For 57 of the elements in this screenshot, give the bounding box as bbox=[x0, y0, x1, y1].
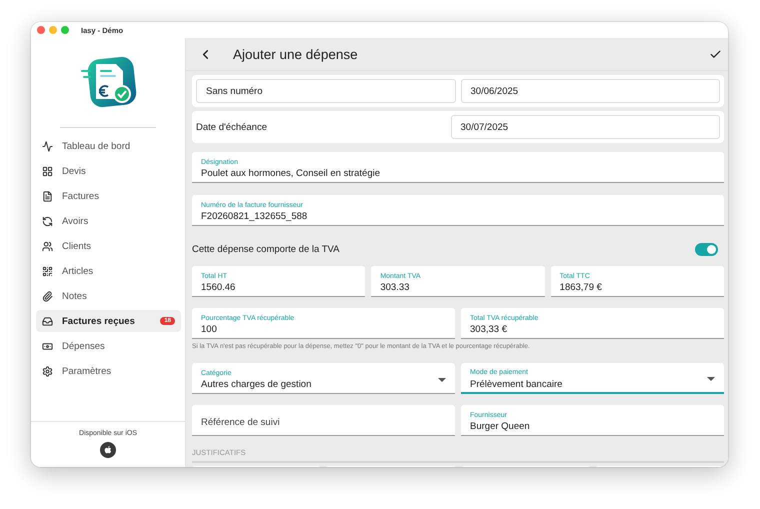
sidebar-item-label: Dépenses bbox=[62, 340, 106, 352]
minimize-button[interactable] bbox=[49, 26, 57, 34]
input-field[interactable]: 1863,79 € bbox=[560, 280, 715, 294]
toggle-switch[interactable] bbox=[695, 242, 718, 256]
caret-icon bbox=[707, 377, 715, 382]
sidebar-item[interactable]: Notes bbox=[36, 285, 181, 307]
users-icon bbox=[42, 240, 53, 252]
toggle-label: Cette dépense comporte de la TVA bbox=[192, 244, 340, 254]
sidebar-item-label: Factures bbox=[62, 190, 100, 202]
settings-icon bbox=[42, 366, 53, 376]
sidebar-item[interactable]: Paramètres bbox=[36, 360, 181, 382]
apple-icon[interactable] bbox=[100, 442, 116, 458]
qr-code-icon bbox=[42, 266, 53, 276]
document-icon bbox=[42, 190, 53, 202]
sidebar-item[interactable]: Avoirs bbox=[36, 210, 181, 232]
close-button[interactable] bbox=[37, 26, 45, 34]
input-field[interactable]: 303,33 € bbox=[470, 322, 715, 336]
input-field[interactable]: Sans numéro bbox=[196, 79, 456, 103]
input-field[interactable]: Prélèvement bancaire bbox=[470, 377, 707, 391]
input-field[interactable]: Autres charges de gestion bbox=[201, 378, 438, 392]
input-field[interactable]: Burger Queen bbox=[470, 420, 715, 434]
sidebar-item-label: Notes bbox=[62, 290, 88, 302]
input-field[interactable]: 1560.46 bbox=[201, 280, 356, 294]
sidebar-item[interactable]: Dépenses bbox=[36, 335, 181, 357]
inbox-icon bbox=[42, 316, 53, 326]
sidebar-item[interactable]: Clients bbox=[36, 235, 181, 257]
trend-line-icon bbox=[42, 140, 53, 152]
input-field[interactable]: Référence de suivi bbox=[201, 415, 446, 429]
grid-icon bbox=[42, 166, 53, 176]
checkmark-icon bbox=[709, 48, 722, 60]
input-field[interactable]: F20260821_132655_588 bbox=[201, 210, 715, 224]
save-button[interactable] bbox=[709, 48, 722, 60]
sidebar-item-label: Tableau de bord bbox=[62, 140, 132, 152]
input-field[interactable]: 30/06/2025 bbox=[460, 79, 720, 103]
field-label: Date d'échéance bbox=[196, 122, 268, 132]
sidebar-item[interactable]: Factures bbox=[36, 185, 181, 207]
sidebar-item-label: Clients bbox=[62, 240, 92, 252]
text-field[interactable]: Référence de suivi bbox=[192, 405, 455, 436]
sidebar-item-label: Articles bbox=[62, 266, 94, 276]
sidebar-item[interactable]: Devis bbox=[36, 160, 181, 182]
sidebar-item-label: Paramètres bbox=[62, 366, 112, 376]
sidebar-item-label: Devis bbox=[62, 166, 87, 176]
input-field[interactable]: 100 bbox=[201, 322, 446, 336]
paperclip-icon bbox=[42, 290, 53, 302]
input-field[interactable]: Poulet aux hormones, Conseil en stratégie bbox=[201, 166, 715, 180]
sidebar-item[interactable]: Articles bbox=[36, 260, 181, 282]
app-logo bbox=[79, 56, 137, 110]
input-field[interactable]: 303.33 bbox=[380, 280, 536, 294]
refresh-icon bbox=[42, 216, 53, 226]
date-field[interactable]: 30/07/2025 bbox=[450, 115, 720, 139]
banknote-icon bbox=[42, 340, 53, 352]
sidebar-item-label: Avoirs bbox=[62, 216, 90, 226]
page-title: Ajouter une dépense bbox=[233, 46, 359, 62]
caret-icon bbox=[438, 378, 446, 382]
sidebar-item-label: Factures reçues bbox=[62, 316, 136, 326]
zoom-button[interactable] bbox=[61, 26, 69, 34]
sidebar-item[interactable]: Tableau de bord bbox=[36, 135, 181, 157]
